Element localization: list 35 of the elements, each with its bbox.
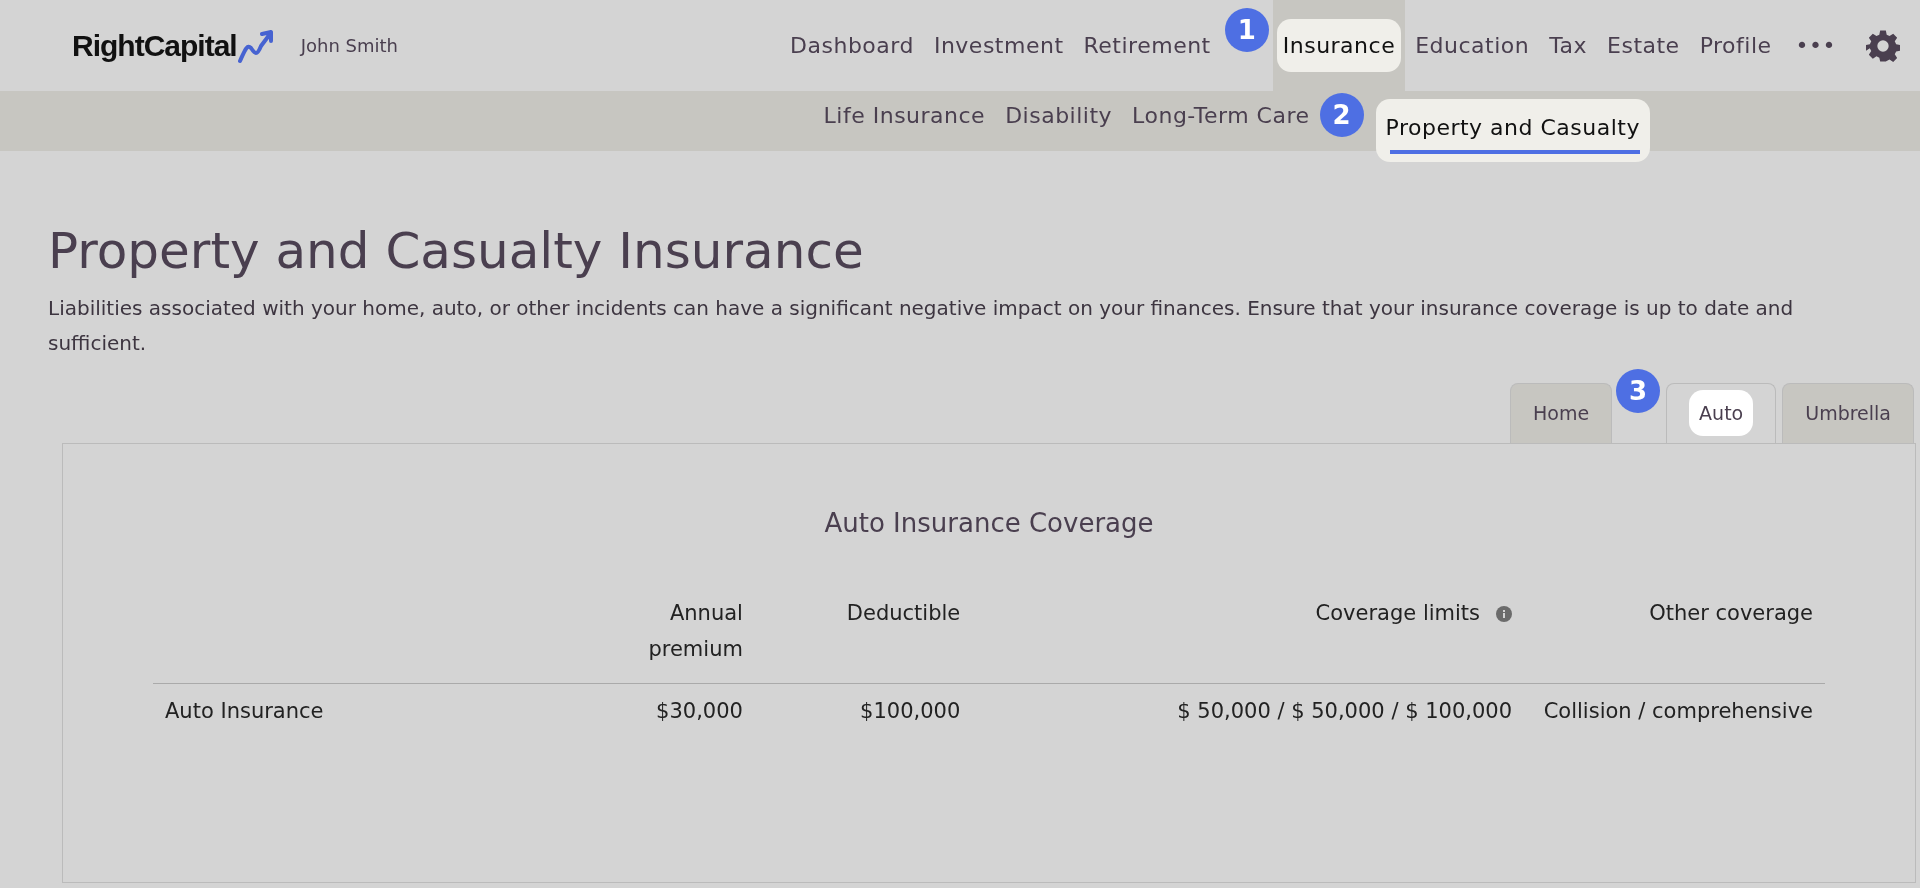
subnav-tab[interactable]: Disability	[999, 91, 1119, 140]
subnav-tab[interactable]: Long-Term Care	[1126, 91, 1316, 140]
table-cell: Collision / comprehensive	[1543, 699, 1813, 723]
column-header: Coverage limits	[1315, 601, 1480, 625]
nav-tab[interactable]: Education	[1409, 19, 1536, 72]
nav-tab[interactable]: Profile	[1693, 19, 1778, 72]
subnav-tab[interactable]: Property and Casualty	[1375, 99, 1650, 162]
tab[interactable]: Auto	[1666, 383, 1777, 443]
step-badge: 1	[1224, 8, 1269, 52]
tab[interactable]: Umbrella	[1782, 383, 1914, 443]
subnav-tab[interactable]: Life Insurance	[817, 91, 992, 140]
nav-tab[interactable]: Dashboard	[784, 19, 920, 72]
brand-logo[interactable]: RightCapital	[72, 23, 237, 68]
table-cell: $ 50,000 / $ 50,000 / $ 100,000	[1177, 699, 1512, 723]
nav-tab[interactable]: Retirement	[1077, 19, 1217, 72]
nav-tab[interactable]: Investment	[927, 19, 1070, 72]
info-icon[interactable]	[1496, 606, 1512, 622]
table-cell: $100,000	[860, 699, 961, 723]
nav-tab[interactable]: Tax	[1543, 19, 1593, 72]
step-badge: 3	[1616, 369, 1661, 413]
table-cell: Auto Insurance	[165, 699, 324, 723]
settings-icon[interactable]	[1866, 28, 1900, 63]
page-description: Liabilities associated with your home, auto, or other incidents can have a significant negative impact on your finances. Ensure that your insurance coverage is up to date and sufficient.	[48, 295, 1795, 357]
table-cell: $30,000	[656, 699, 743, 723]
nav-tab[interactable]: Insurance	[1276, 19, 1402, 72]
tab[interactable]: Home	[1510, 383, 1613, 443]
column-header: Deductible	[846, 601, 961, 625]
page-title: Property and Casualty Insurance	[48, 221, 865, 281]
nav-tab[interactable]: Estate	[1601, 19, 1686, 72]
more-button[interactable]: •••	[1789, 19, 1842, 72]
user-name: John Smith	[300, 34, 398, 58]
step-badge: 2	[1319, 93, 1364, 137]
column-header: Other coverage	[1649, 601, 1813, 625]
card-title: Auto Insurance Coverage	[823, 507, 1155, 540]
column-header: Annual premium	[647, 600, 743, 663]
